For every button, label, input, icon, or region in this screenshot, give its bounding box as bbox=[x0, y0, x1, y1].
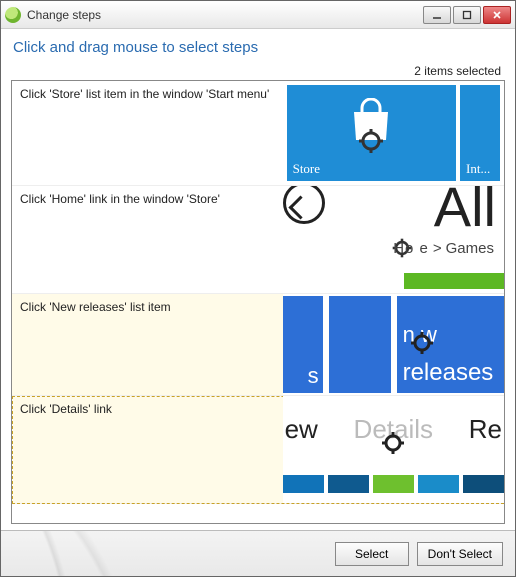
selection-count: 2 items selected bbox=[11, 62, 505, 80]
tile-label: Store bbox=[293, 161, 320, 177]
step-thumbnail: All Ho e > Games bbox=[283, 186, 504, 293]
step-thumbnail: Store Int... bbox=[283, 81, 504, 185]
step-description: Click 'New releases' list item bbox=[12, 294, 283, 395]
select-button[interactable]: Select bbox=[335, 542, 409, 566]
breadcrumb: Ho e > Games bbox=[391, 237, 494, 259]
step-row[interactable]: Click 'Details' link ew Details Re bbox=[12, 396, 504, 504]
window-title: Change steps bbox=[27, 8, 423, 22]
heading-text: All bbox=[434, 186, 496, 239]
back-arrow-icon bbox=[283, 186, 325, 224]
dialog-footer: Select Don't Select bbox=[1, 530, 515, 576]
text-fragment: Re bbox=[469, 414, 502, 445]
step-description: Click 'Store' list item in the window 'S… bbox=[12, 81, 283, 185]
steps-list[interactable]: Click 'Store' list item in the window 'S… bbox=[11, 80, 505, 524]
store-tile: Store bbox=[287, 85, 456, 181]
change-steps-dialog: Change steps Click and drag mouse to sel… bbox=[0, 0, 516, 577]
color-strip bbox=[283, 475, 504, 493]
dont-select-button[interactable]: Don't Select bbox=[417, 542, 503, 566]
step-row[interactable]: Click 'New releases' list item s n w rel… bbox=[12, 294, 504, 396]
close-button[interactable] bbox=[483, 6, 511, 24]
text-fragment: ew bbox=[285, 414, 318, 445]
step-row[interactable]: Click 'Store' list item in the window 'S… bbox=[12, 81, 504, 186]
titlebar[interactable]: Change steps bbox=[1, 1, 515, 29]
minimize-button[interactable] bbox=[423, 6, 451, 24]
side-tile: Int... bbox=[460, 85, 500, 181]
step-thumbnail: ew Details Re bbox=[283, 396, 504, 503]
crosshair-icon bbox=[409, 330, 435, 356]
step-thumbnail: s n w releases bbox=[283, 294, 504, 395]
step-description: Click 'Home' link in the window 'Store' bbox=[12, 186, 283, 293]
maximize-button[interactable] bbox=[453, 6, 481, 24]
crosshair-icon bbox=[380, 430, 406, 456]
progress-bar bbox=[404, 273, 504, 289]
tile: s bbox=[283, 296, 323, 393]
step-description: Click 'Details' link bbox=[12, 396, 283, 503]
new-releases-tile: n w releases bbox=[397, 296, 504, 393]
app-icon bbox=[5, 7, 21, 23]
step-row[interactable]: Click 'Home' link in the window 'Store' … bbox=[12, 186, 504, 294]
tile-label: Int... bbox=[466, 161, 490, 177]
instruction-text: Click and drag mouse to select steps bbox=[11, 37, 505, 62]
crosshair-icon bbox=[358, 128, 384, 154]
tile bbox=[329, 296, 391, 393]
